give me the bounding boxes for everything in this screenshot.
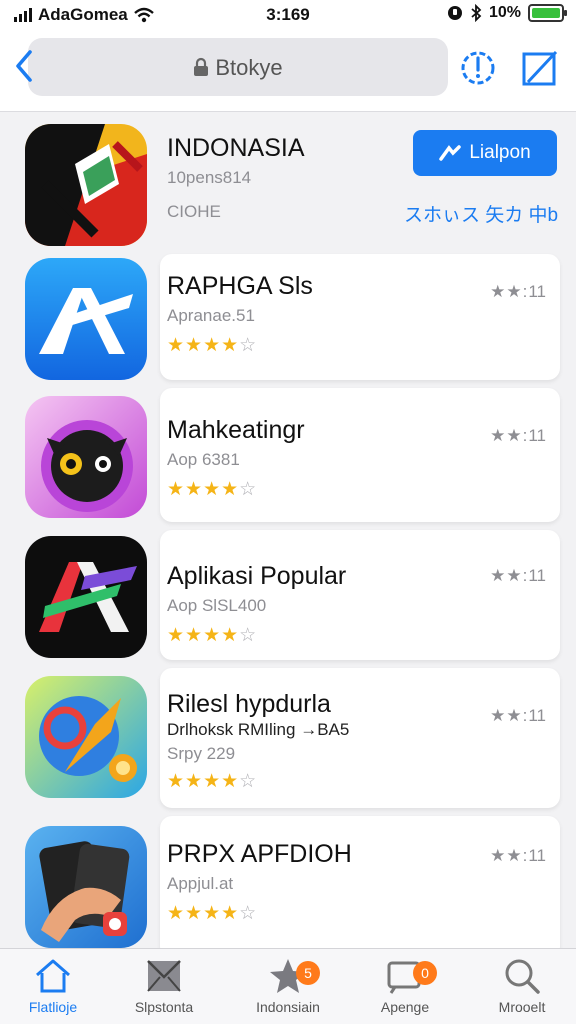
rating-count: ★★:11 [490,566,546,585]
star-rating: ★★★★☆ [167,771,258,792]
list-item[interactable]: PRPX APFDIOH Appjul.at ★★★★☆ ★★:11 [0,812,576,948]
get-button-label: Lialpon [469,142,531,163]
inbox-icon [147,960,181,992]
indonesia-app-icon [25,124,147,246]
app-icon [25,676,147,798]
tab-home[interactable]: Flatlioje [3,957,103,1023]
app-subtitle: Apranae.51 [167,306,255,325]
list-item[interactable]: Rilesl hypdurla Drlhoksk RMIling →BA5 Sr… [0,664,576,812]
star-rating: ★★★★☆ [167,479,258,500]
tab-featured[interactable]: 5 Indonsiain [238,957,338,1023]
star-rating: ★★★★☆ [167,903,258,924]
navigation-bar: Btokye [0,30,576,112]
tab-bar: Flatlioje Slpstonta 5 Indonsiain 0 Apeng… [0,948,576,1024]
app-icon [25,258,147,380]
chevron-left-icon[interactable] [8,46,42,86]
app-subtitle: 10pens814 [167,168,252,187]
search-field[interactable]: Btokye [28,38,448,96]
home-icon [36,959,70,993]
tab-search[interactable]: Mrooelt [472,957,572,1023]
bluetooth-icon [471,4,482,22]
orientation-lock-icon [447,6,462,20]
status-right: 10% [447,4,567,22]
app-subtitle-secondary: Srpy 229 [167,744,236,763]
app-subtitle: Aop 6381 [167,450,240,469]
compose-icon[interactable] [520,48,560,88]
tab-label: Mrooelt [498,999,546,1015]
app-category: CIOHE [167,202,221,221]
tab-label: Slpstonta [134,999,194,1015]
more-link[interactable]: スホぃス 矢カ 中b [404,200,558,227]
featured-app-row[interactable]: INDONASIA 10pens814 CIOHE Lialpon スホぃス 矢… [0,112,576,250]
tab-inbox[interactable]: Slpstonta [114,957,214,1023]
app-icon [25,396,147,518]
tab-badge: 0 [413,961,437,985]
list-item[interactable]: Mahkeatingr Aop 6381 ★★★★☆ ★★:11 [0,384,576,526]
star-rating: ★★★★☆ [167,625,258,646]
search-icon [505,959,540,994]
app-subtitle: Appjul.at [167,874,234,893]
battery-icon [528,4,567,22]
rating-count: ★★:11 [490,426,546,445]
lock-icon [194,57,209,76]
app-name: INDONASIA [167,134,305,162]
tab-label: Indonsiain [256,999,320,1015]
tab-updates[interactable]: 0 Apenge [355,957,455,1023]
app-icon [25,826,147,948]
app-name: Aplikasi Popular [167,562,347,590]
app-name: Rilesl hypdurla [167,690,331,718]
app-list: INDONASIA 10pens814 CIOHE Lialpon スホぃス 矢… [0,112,576,948]
rating-count: ★★:11 [490,282,546,301]
list-item[interactable]: Aplikasi Popular Aop SlSL400 ★★★★☆ ★★:11 [0,526,576,664]
rating-count: ★★:11 [490,706,546,725]
status-bar: AdaGomea 3:169 10% [0,0,576,30]
app-icon [25,536,147,658]
battery-percent: 10% [488,4,521,21]
list-item[interactable]: RAPHGA Sls Apranae.51 ★★★★☆ ★★:11 [0,250,576,384]
tab-label: Apenge [380,999,430,1015]
app-name: Mahkeatingr [167,416,305,444]
app-name: PRPX APFDIOH [167,840,352,868]
update-clock-icon[interactable] [458,48,498,88]
search-text: Btokye [215,55,283,80]
star-rating: ★★★★☆ [167,335,258,356]
get-button[interactable]: Lialpon [413,130,557,176]
download-icon [439,145,462,161]
app-subtitle: Aop SlSL400 [167,596,267,615]
app-subtitle: Drlhoksk RMIling →BA5 [167,720,350,739]
rating-count: ★★:11 [490,846,546,865]
tab-label: Flatlioje [28,999,78,1015]
tab-badge: 5 [296,961,320,985]
app-name: RAPHGA Sls [167,272,313,300]
